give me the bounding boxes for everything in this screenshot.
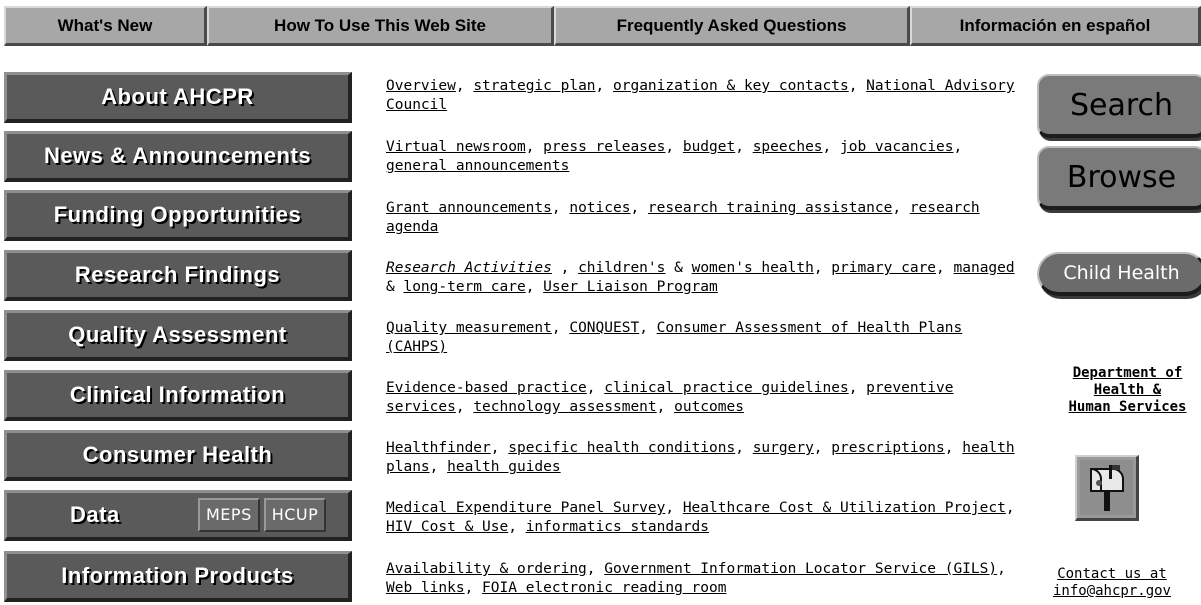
link-press-releases[interactable]: press releases (543, 139, 665, 155)
nav-research-findings[interactable]: Research Findings (4, 250, 352, 301)
browse-label: Browse (1066, 159, 1177, 195)
tab-how-to-use[interactable]: How To Use This Web Site (207, 6, 554, 46)
desc-quality: Quality measurement, CONQUEST, Consumer … (386, 320, 963, 355)
nav-funding-opportunities[interactable]: Funding Opportunities (4, 190, 352, 241)
hhs-link[interactable]: Department of Health & Human Services (1040, 365, 1201, 416)
search-button[interactable]: Search (1037, 74, 1201, 138)
nav-information-products[interactable]: Information Products (4, 551, 352, 602)
tab-espanol[interactable]: Información en español (910, 6, 1201, 46)
mailbox-icon[interactable] (1075, 455, 1139, 521)
link-outcomes[interactable]: outcomes (674, 399, 744, 415)
amp-text: & (674, 260, 683, 276)
link-job-vacancies[interactable]: job vacancies (840, 139, 954, 155)
link-budget[interactable]: budget (683, 139, 735, 155)
amp-text: & (386, 279, 395, 295)
link-meps-survey[interactable]: Medical Expenditure Panel Survey (386, 500, 665, 516)
link-primary-care[interactable]: primary care (831, 260, 936, 276)
nav-label: Information Products (61, 563, 294, 588)
meps-button[interactable]: MEPS (198, 498, 260, 532)
link-user-liaison[interactable]: User Liaison Program (543, 279, 718, 295)
nav-clinical-information[interactable]: Clinical Information (4, 370, 352, 421)
link-long-term-care[interactable]: long-term care (403, 279, 525, 295)
link-grant-announcements[interactable]: Grant announcements (386, 200, 552, 216)
nav-label: Funding Opportunities (53, 202, 302, 227)
hcup-button[interactable]: HCUP (263, 498, 327, 532)
nav-label: Quality Assessment (68, 322, 287, 347)
link-research-activities[interactable]: Research Activities (386, 260, 552, 276)
nav-label: News & Announcements (43, 143, 312, 168)
link-gils[interactable]: Government Information Locator Service (… (604, 561, 997, 577)
nav-about-ahcpr[interactable]: About AHCPR (4, 72, 352, 123)
link-quality-measurement[interactable]: Quality measurement (386, 320, 552, 336)
mailbox-icon-graphic (1080, 460, 1133, 515)
tab-whats-new[interactable]: What's New (4, 6, 207, 46)
tab-faq[interactable]: Frequently Asked Questions (554, 6, 910, 46)
tab-label: How To Use This Web Site (274, 15, 486, 35)
tab-label: Información en español (959, 15, 1151, 35)
link-hcup-project[interactable]: Healthcare Cost & Utilization Project (683, 500, 1006, 516)
nav-news-announcements[interactable]: News & Announcements (4, 131, 352, 182)
child-health-button[interactable]: Child Health (1037, 252, 1201, 296)
nav-label: Data (70, 502, 120, 527)
link-strategic-plan[interactable]: strategic plan (473, 78, 595, 94)
link-overview[interactable]: Overview (386, 78, 456, 94)
child-health-label: Child Health (1063, 262, 1180, 284)
link-prescriptions[interactable]: prescriptions (831, 440, 945, 456)
link-womens-health[interactable]: women's health (692, 260, 814, 276)
desc-about: Overview, strategic plan, organization &… (386, 78, 1015, 113)
desc-clinical: Evidence-based practice, clinical practi… (386, 380, 954, 415)
desc-consumer: Healthfinder, specific health conditions… (386, 440, 1015, 475)
link-health-guides[interactable]: health guides (447, 459, 561, 475)
link-childrens[interactable]: children's (578, 260, 665, 276)
browse-button[interactable]: Browse (1037, 146, 1201, 210)
link-speeches[interactable]: speeches (753, 139, 823, 155)
nav-label: Clinical Information (69, 382, 286, 407)
link-surgery[interactable]: surgery (753, 440, 814, 456)
link-healthfinder[interactable]: Healthfinder (386, 440, 491, 456)
desc-products: Availability & ordering, Government Info… (386, 561, 1006, 596)
link-guidelines[interactable]: clinical practice guidelines (604, 380, 848, 396)
tab-label: Frequently Asked Questions (616, 15, 847, 35)
nav-data[interactable]: Data MEPS HCUP (4, 490, 352, 541)
contact-email: info@ahcpr.gov (1052, 583, 1171, 599)
contact-line: Contact us at (1057, 566, 1167, 582)
nav-quality-assessment[interactable]: Quality Assessment (4, 310, 352, 361)
link-informatics[interactable]: informatics standards (526, 519, 709, 535)
nav-label: About AHCPR (101, 84, 254, 109)
link-foia[interactable]: FOIA electronic reading room (482, 580, 726, 596)
link-research-training[interactable]: research training assistance (648, 200, 892, 216)
link-availability-ordering[interactable]: Availability & ordering (386, 561, 587, 577)
link-virtual-newsroom[interactable]: Virtual newsroom (386, 139, 526, 155)
nav-label: Consumer Health (82, 442, 273, 467)
hhs-line: Human Services (1068, 399, 1187, 415)
desc-data: Medical Expenditure Panel Survey, Health… (386, 500, 1015, 535)
desc-research: Research Activities , children's & women… (386, 260, 1015, 295)
top-nav-bar: What's New How To Use This Web Site Freq… (0, 0, 1201, 48)
link-conquest[interactable]: CONQUEST (569, 320, 639, 336)
contact-link[interactable]: Contact us at info@ahcpr.gov (1012, 566, 1201, 600)
desc-news: Virtual newsroom, press releases, budget… (386, 139, 963, 174)
link-hiv-cost[interactable]: HIV Cost & Use (386, 519, 508, 535)
link-technology-assessment[interactable]: technology assessment (473, 399, 656, 415)
link-general-announcements[interactable]: general announcements (386, 158, 569, 174)
hhs-line: Health & (1093, 382, 1162, 398)
link-health-conditions[interactable]: specific health conditions (508, 440, 735, 456)
hhs-line: Department of (1072, 365, 1183, 381)
link-organization[interactable]: organization & key contacts (613, 78, 849, 94)
link-managed[interactable]: managed (954, 260, 1015, 276)
nav-label: Research Findings (74, 262, 281, 287)
nav-consumer-health[interactable]: Consumer Health (4, 430, 352, 481)
tab-label: What's New (57, 15, 153, 35)
link-notices[interactable]: notices (569, 200, 630, 216)
search-label: Search (1069, 87, 1174, 123)
link-evidence-based[interactable]: Evidence-based practice (386, 380, 587, 396)
desc-funding: Grant announcements, notices, research t… (386, 200, 980, 235)
link-web-links[interactable]: Web links (386, 580, 465, 596)
